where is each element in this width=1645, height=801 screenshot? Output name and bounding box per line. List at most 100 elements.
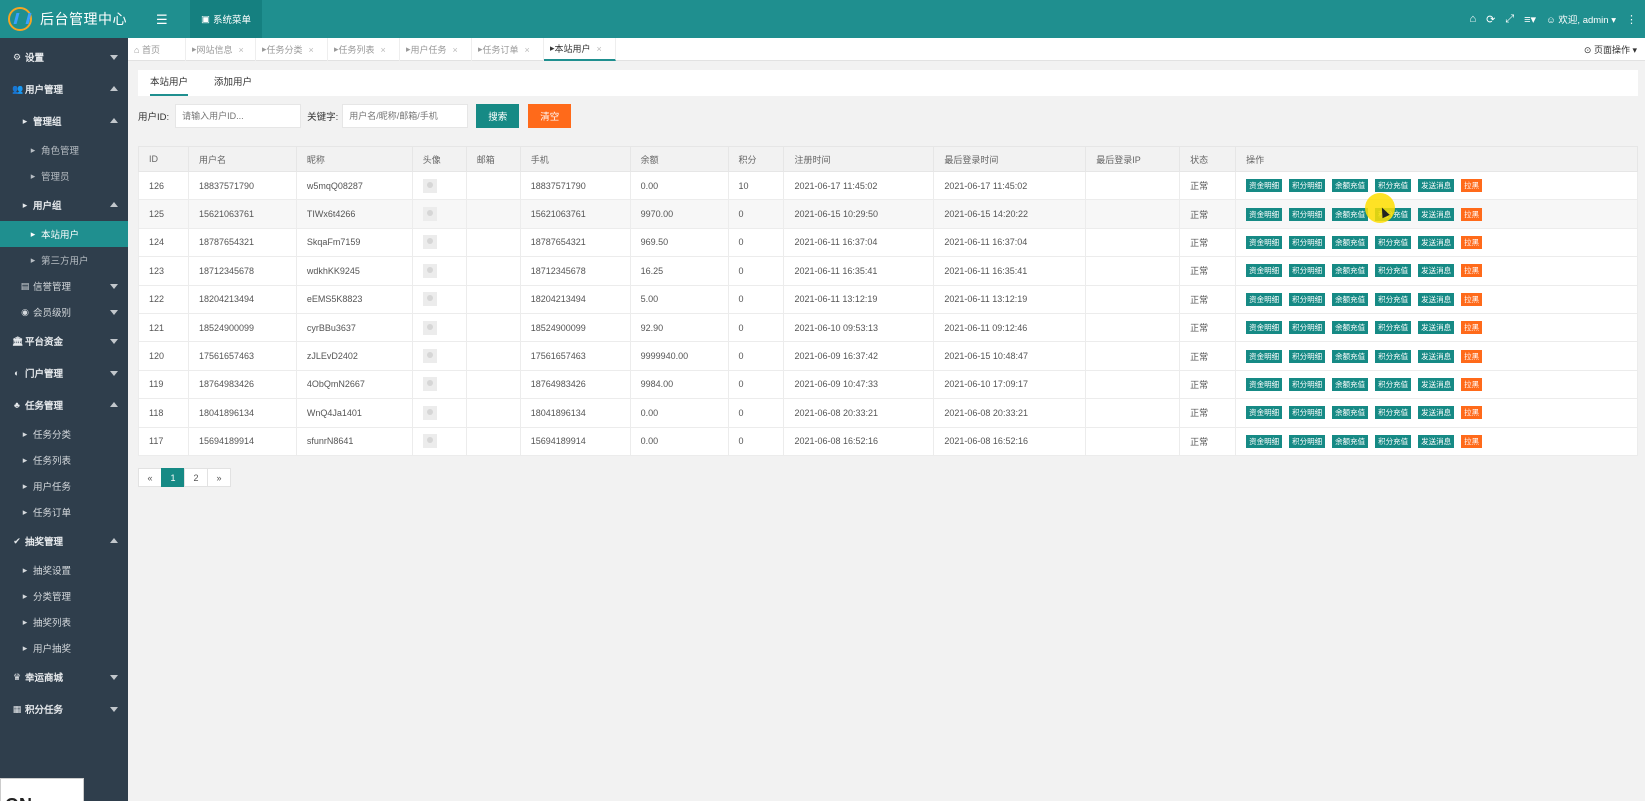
sidebar-item-lottery-mgmt[interactable]: ✔ 抽奖管理: [0, 525, 128, 557]
action-button[interactable]: 余额充值: [1332, 406, 1369, 420]
close-icon[interactable]: ×: [525, 45, 530, 55]
sidebar-item-portal-mgmt[interactable]: ◐ 门户管理: [0, 357, 128, 389]
sidebar-item-platform-funds[interactable]: 🏛 平台资金: [0, 325, 128, 357]
user-id-input[interactable]: [175, 104, 302, 128]
action-button[interactable]: 积分明细: [1289, 349, 1326, 363]
action-button[interactable]: 拉黑: [1461, 207, 1483, 221]
action-button[interactable]: 积分充值: [1375, 377, 1412, 391]
action-button[interactable]: 发送消息: [1418, 292, 1455, 306]
sidebar-item-role-mgmt[interactable]: ▸ 角色管理: [0, 137, 128, 163]
sidebar-item-task-orders[interactable]: ▸ 任务订单: [0, 499, 128, 525]
action-button[interactable]: 积分明细: [1289, 207, 1326, 221]
action-button[interactable]: 积分充值: [1375, 434, 1412, 448]
action-button[interactable]: 积分明细: [1289, 434, 1326, 448]
sidebar-item-task-category[interactable]: ▸ 任务分类: [0, 421, 128, 447]
sidebar-item-lottery-list[interactable]: ▸ 抽奖列表: [0, 609, 128, 635]
page-2-button[interactable]: 2: [184, 468, 208, 487]
action-button[interactable]: 积分明细: [1289, 406, 1326, 420]
menu-toggle-icon[interactable]: ☰: [156, 12, 168, 28]
close-icon[interactable]: ×: [239, 45, 244, 55]
action-button[interactable]: 积分充值: [1375, 264, 1412, 278]
subtab-user-list[interactable]: 本站用户: [150, 70, 189, 96]
sidebar-item-third-users[interactable]: ▸ 第三方用户: [0, 247, 128, 273]
user-menu[interactable]: ☺ 欢迎, admin ▾: [1546, 12, 1616, 26]
action-button[interactable]: 积分明细: [1289, 264, 1326, 278]
action-button[interactable]: 资金明细: [1246, 406, 1283, 420]
more-vertical-icon[interactable]: ⋮: [1626, 13, 1637, 26]
action-button[interactable]: 发送消息: [1418, 434, 1455, 448]
sidebar-item-admin[interactable]: ▸ 管理员: [0, 163, 128, 189]
refresh-icon[interactable]: ⟳: [1486, 13, 1495, 26]
sidebar-item-user-group[interactable]: ▸ 用户组: [0, 189, 128, 221]
page-operations-menu[interactable]: ⊙ 页面操作 ▾: [1584, 43, 1637, 56]
action-button[interactable]: 拉黑: [1461, 292, 1483, 306]
action-button[interactable]: 拉黑: [1461, 349, 1483, 363]
sidebar-item-lucky-mall[interactable]: ♛ 幸运商城: [0, 661, 128, 693]
sidebar-item-credit-mgmt[interactable]: ▤ 信誉管理: [0, 273, 128, 299]
keyword-input[interactable]: [342, 104, 469, 128]
sidebar-item-user-tasks[interactable]: ▸ 用户任务: [0, 473, 128, 499]
action-button[interactable]: 积分充值: [1375, 235, 1412, 249]
prev-page-button[interactable]: «: [138, 468, 162, 487]
tab-site-users[interactable]: ▸ 本站用户 ×: [544, 38, 616, 61]
action-button[interactable]: 积分充值: [1375, 406, 1412, 420]
tab-site-info[interactable]: ▸ 网站信息 ×: [186, 38, 256, 61]
action-button[interactable]: 发送消息: [1418, 321, 1455, 335]
action-button[interactable]: 积分充值: [1375, 321, 1412, 335]
action-button[interactable]: 发送消息: [1418, 235, 1455, 249]
action-button[interactable]: 资金明细: [1246, 349, 1283, 363]
tab-task-list[interactable]: ▸ 任务列表 ×: [328, 38, 400, 61]
sidebar-item-category-mgmt[interactable]: ▸ 分类管理: [0, 583, 128, 609]
action-button[interactable]: 资金明细: [1246, 292, 1283, 306]
action-button[interactable]: 积分充值: [1375, 349, 1412, 363]
sidebar-item-member-level[interactable]: ◉ 会员级别: [0, 299, 128, 325]
action-button[interactable]: 积分明细: [1289, 292, 1326, 306]
action-button[interactable]: 资金明细: [1246, 321, 1283, 335]
action-button[interactable]: 积分充值: [1375, 179, 1412, 193]
list-menu-icon[interactable]: ≡▾: [1524, 13, 1536, 26]
action-button[interactable]: 资金明细: [1246, 377, 1283, 391]
action-button[interactable]: 拉黑: [1461, 406, 1483, 420]
tab-task-orders[interactable]: ▸ 任务订单 ×: [472, 38, 544, 61]
clear-button[interactable]: 清空: [528, 104, 572, 128]
action-button[interactable]: 发送消息: [1418, 179, 1455, 193]
action-button[interactable]: 积分明细: [1289, 179, 1326, 193]
action-button[interactable]: 余额充值: [1332, 292, 1369, 306]
fullscreen-icon[interactable]: ⤢: [1505, 13, 1514, 26]
action-button[interactable]: 余额充值: [1332, 235, 1369, 249]
action-button[interactable]: 资金明细: [1246, 235, 1283, 249]
close-icon[interactable]: ×: [309, 45, 314, 55]
tab-task-category[interactable]: ▸ 任务分类 ×: [256, 38, 328, 61]
action-button[interactable]: 余额充值: [1332, 434, 1369, 448]
action-button[interactable]: 余额充值: [1332, 179, 1369, 193]
sidebar-item-user-mgmt[interactable]: 👥 用户管理: [0, 73, 128, 105]
action-button[interactable]: 发送消息: [1418, 377, 1455, 391]
action-button[interactable]: 余额充值: [1332, 264, 1369, 278]
action-button[interactable]: 发送消息: [1418, 406, 1455, 420]
sidebar-item-points-task[interactable]: ▦ 积分任务: [0, 693, 128, 725]
action-button[interactable]: 余额充值: [1332, 377, 1369, 391]
action-button[interactable]: 拉黑: [1461, 235, 1483, 249]
action-button[interactable]: 拉黑: [1461, 321, 1483, 335]
action-button[interactable]: 积分充值: [1375, 292, 1412, 306]
action-button[interactable]: 发送消息: [1418, 264, 1455, 278]
action-button[interactable]: 拉黑: [1461, 179, 1483, 193]
action-button[interactable]: 发送消息: [1418, 207, 1455, 221]
action-button[interactable]: 拉黑: [1461, 264, 1483, 278]
sidebar-item-task-mgmt[interactable]: ♣ 任务管理: [0, 389, 128, 421]
subtab-add-user[interactable]: 添加用户: [214, 70, 252, 96]
action-button[interactable]: 资金明细: [1246, 264, 1283, 278]
action-button[interactable]: 余额充值: [1332, 321, 1369, 335]
action-button[interactable]: 资金明细: [1246, 179, 1283, 193]
close-icon[interactable]: ×: [597, 44, 602, 54]
sidebar-item-task-list[interactable]: ▸ 任务列表: [0, 447, 128, 473]
sidebar-item-admin-group[interactable]: ▸ 管理组: [0, 105, 128, 137]
sidebar-item-settings[interactable]: ⚙ 设置: [0, 41, 128, 73]
next-page-button[interactable]: »: [207, 468, 231, 487]
action-button[interactable]: 拉黑: [1461, 434, 1483, 448]
close-icon[interactable]: ×: [381, 45, 386, 55]
tab-user-tasks[interactable]: ▸ 用户任务 ×: [400, 38, 472, 61]
action-button[interactable]: 积分明细: [1289, 235, 1326, 249]
search-button[interactable]: 搜索: [476, 104, 520, 128]
sidebar-item-user-lottery[interactable]: ▸ 用户抽奖: [0, 635, 128, 661]
